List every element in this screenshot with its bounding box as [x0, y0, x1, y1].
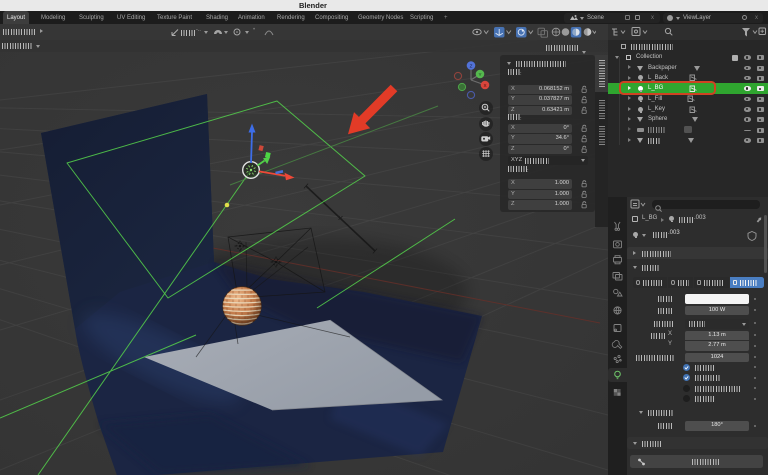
svg-text:Z: Z	[470, 63, 473, 68]
svg-text:Y: Y	[478, 72, 481, 77]
svg-text:X: X	[483, 83, 486, 88]
